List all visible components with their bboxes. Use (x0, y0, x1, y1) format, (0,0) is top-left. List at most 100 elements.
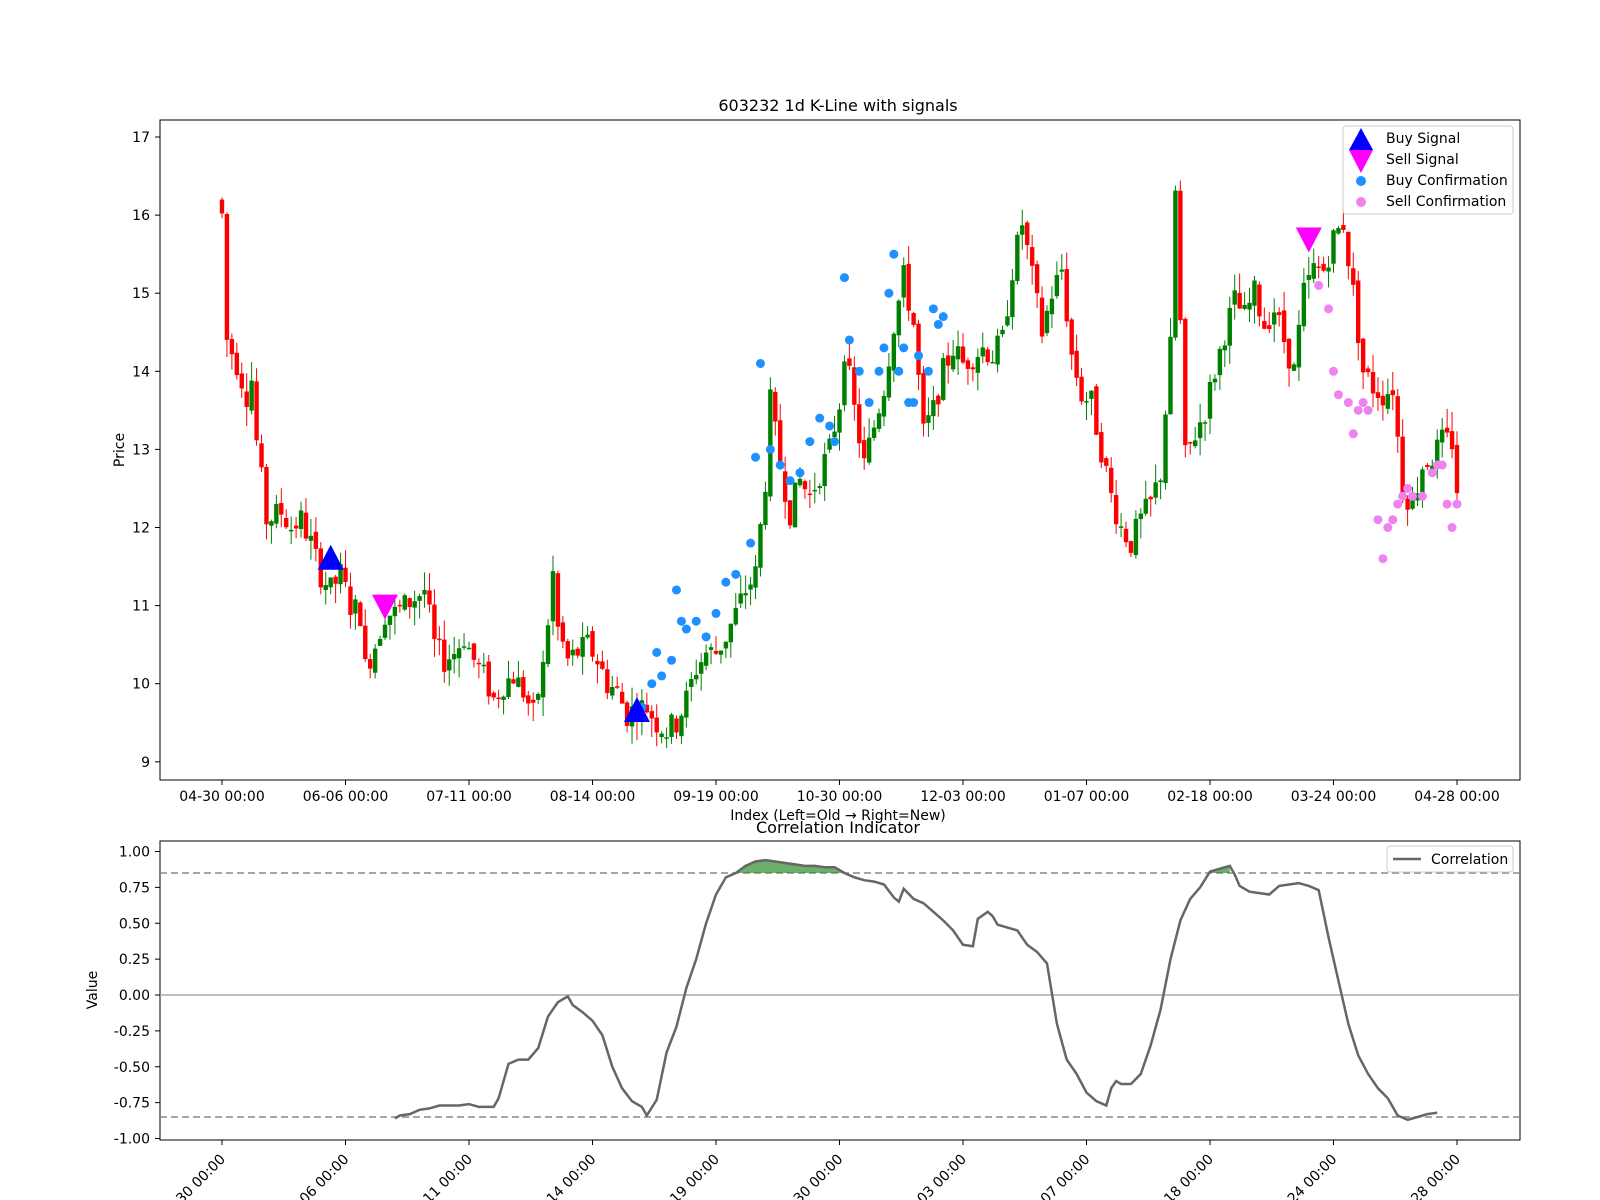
kline-x-tick-label: 10-30 00:00 (797, 789, 882, 805)
candle-body (1444, 427, 1450, 433)
buy-confirmation-point (894, 366, 904, 376)
candle-body (234, 352, 240, 376)
kline-x-tick-label: 06-06 00:00 (303, 789, 388, 805)
candle-body (1207, 381, 1213, 419)
buy-confirmation-point (844, 335, 854, 345)
buy-confirmation-point (701, 632, 711, 642)
candle-body (1010, 280, 1015, 318)
corr-y-tick-label: 0.75 (119, 880, 150, 896)
candle-body (595, 660, 600, 665)
candle-body (1202, 422, 1208, 424)
candle-body (886, 366, 892, 398)
candle-body (1049, 298, 1055, 315)
corr-y-tick-label: 0.25 (119, 952, 150, 968)
candle-body (945, 355, 951, 366)
candle-body (906, 263, 911, 311)
candle-body (1237, 292, 1242, 309)
candle-body (1163, 414, 1168, 483)
candle-body (1242, 304, 1247, 309)
candle-body (768, 389, 773, 497)
buy-confirmation-point (795, 468, 805, 478)
legend-sell-confirm-marker (1356, 197, 1366, 207)
candle-body (847, 358, 852, 366)
kline-x-tick-label: 07-11 00:00 (426, 789, 511, 805)
candle-body (980, 347, 985, 357)
candle-body (871, 427, 877, 438)
buy-confirmation-point (909, 398, 919, 408)
candle-body (1178, 190, 1183, 321)
candle-body (1168, 336, 1173, 415)
kline-y-tick-label: 11 (132, 599, 150, 615)
candle-body (758, 523, 763, 568)
candle-body (866, 437, 872, 463)
sell-confirmation-point (1324, 304, 1334, 314)
candle-body (970, 367, 976, 370)
candle-body (718, 650, 724, 655)
candle-body (1439, 429, 1445, 443)
candle-body (990, 361, 995, 364)
buy-confirmation-point (681, 624, 691, 634)
buy-confirmation-point (914, 351, 924, 361)
candle-body (353, 599, 358, 614)
sell-signal-marker (1295, 227, 1322, 253)
buy-confirmation-point (711, 608, 721, 618)
candle-body (1089, 390, 1094, 399)
candle-body (402, 595, 407, 610)
candle-body (649, 711, 654, 719)
candle-body (916, 323, 921, 375)
candle-body (387, 615, 393, 625)
kline-y-tick-label: 10 (132, 677, 150, 693)
candle-body (1375, 392, 1381, 399)
buy-confirmation-point (691, 616, 701, 626)
sell-confirmation-point (1329, 366, 1338, 376)
candle-body (901, 265, 906, 298)
candle-body (1094, 386, 1099, 435)
sell-confirmation-point (1437, 460, 1447, 470)
candle-body (1385, 394, 1391, 409)
legend-sell-confirm-label: Sell Confirmation (1386, 194, 1506, 210)
candle-body (1079, 376, 1084, 402)
candle-body (1346, 231, 1351, 267)
buy-confirmation-point (854, 366, 864, 376)
candle-body (585, 634, 590, 638)
corr-reference-lines (160, 872, 1520, 1118)
candle-body (476, 662, 482, 665)
candle-body (1029, 247, 1035, 266)
candle-body (550, 571, 556, 622)
candle-body (397, 604, 403, 607)
candle-body (703, 652, 709, 666)
candle-body (1188, 442, 1193, 444)
kline-x-tick-label: 08-14 00:00 (550, 789, 635, 805)
kline-signals (317, 227, 1462, 723)
kline-y-tick-label: 13 (132, 442, 150, 458)
candle-body (723, 641, 729, 649)
candle-body (1247, 302, 1252, 310)
corr-axes-frame (159, 840, 1521, 1141)
kline-x-tick-label: 02-18 00:00 (1167, 789, 1252, 805)
candle-body (368, 659, 373, 669)
candle-body (1395, 396, 1400, 437)
kline-y-tick-label: 16 (132, 208, 150, 224)
corr-y-tick-label: -0.50 (114, 1060, 150, 1076)
sell-confirmation-point (1452, 499, 1462, 509)
buy-confirmation-point (923, 366, 933, 376)
candle-body (674, 718, 679, 733)
candle-body (264, 466, 269, 525)
candle-body (486, 661, 491, 697)
candle-body (615, 686, 620, 688)
buy-confirmation-point (933, 319, 943, 329)
buy-confirmation-point (731, 569, 741, 579)
candle-body (288, 529, 294, 532)
candle-body (1336, 228, 1341, 234)
candle-body (654, 717, 659, 733)
candle-body (526, 695, 531, 704)
candle-body (1000, 329, 1005, 335)
corr-x-tick-label: 02-18 00:00 (1145, 1152, 1217, 1200)
candle-body (1104, 458, 1109, 466)
candle-body (545, 625, 551, 665)
candle-body (1331, 230, 1336, 264)
buy-confirmation-point (889, 249, 899, 259)
sell-confirmation-point (1427, 468, 1437, 478)
candle-body (481, 664, 487, 667)
candle-body (308, 535, 314, 541)
